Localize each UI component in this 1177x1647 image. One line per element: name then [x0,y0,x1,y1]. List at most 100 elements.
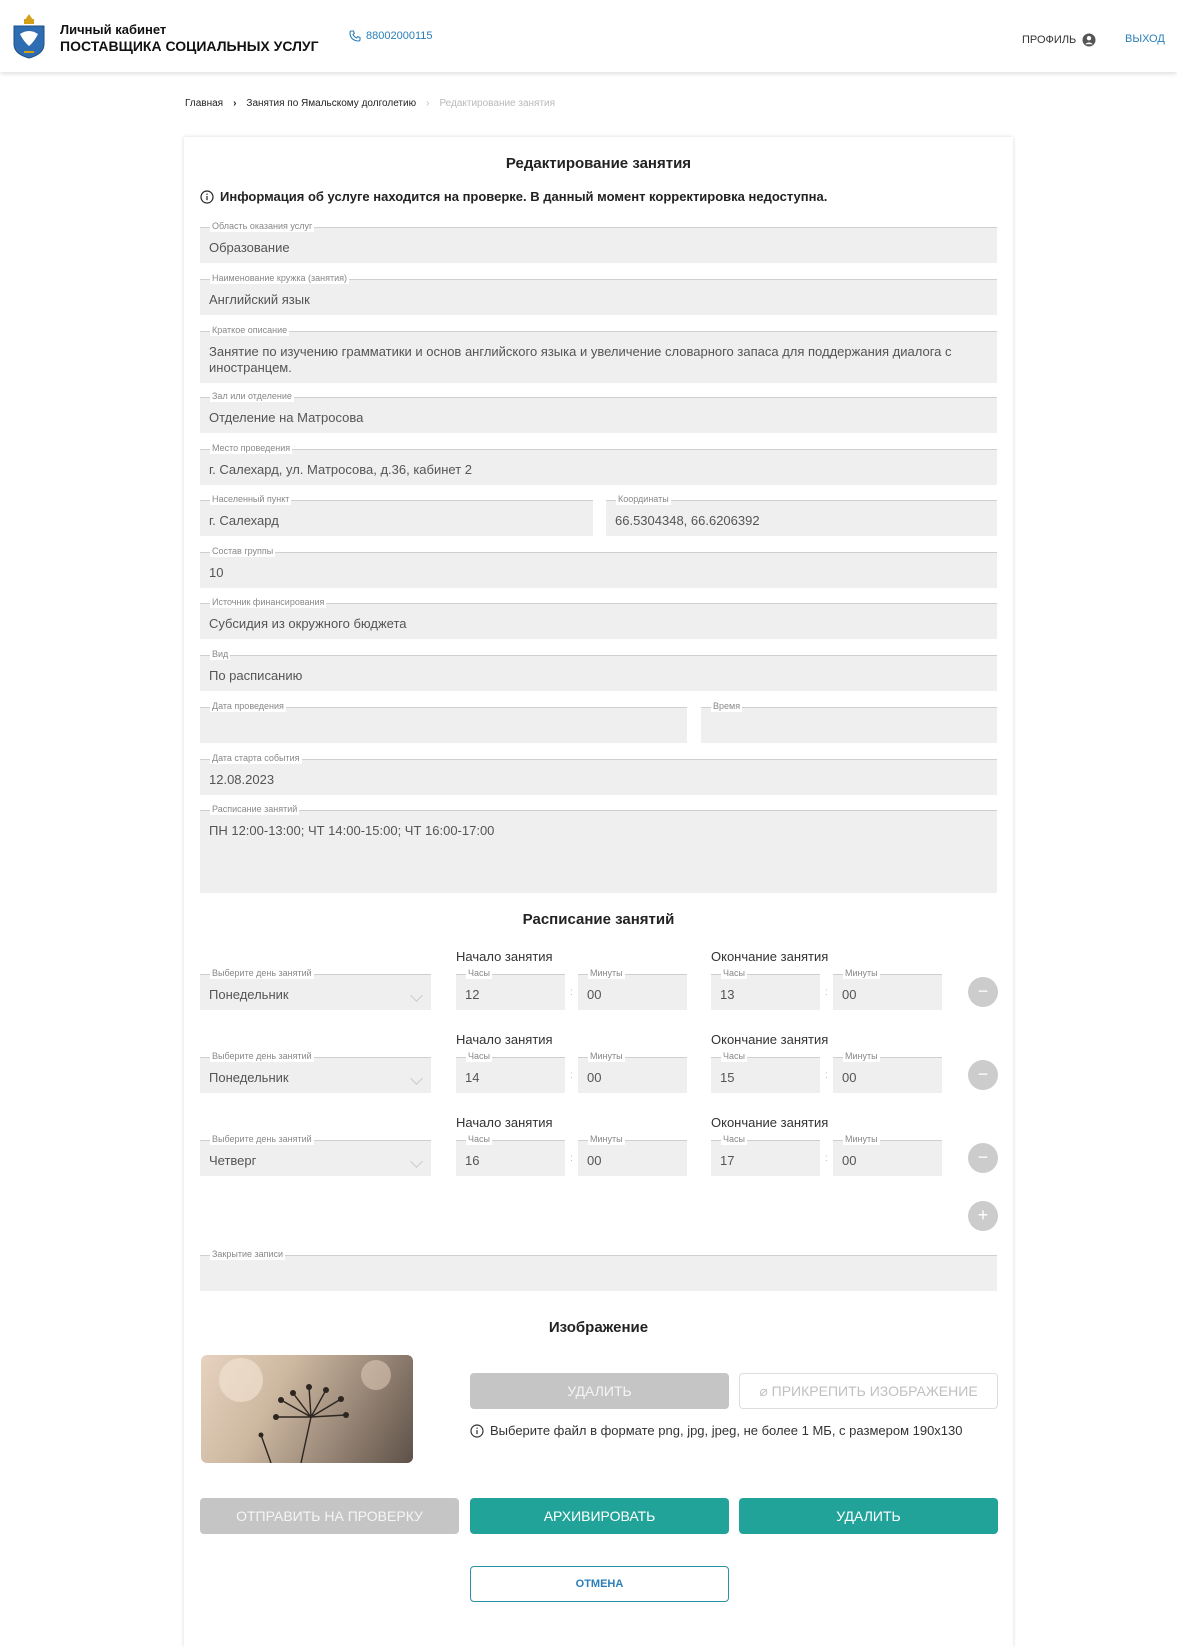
logout-link[interactable]: ВЫХОД [1125,33,1165,45]
service-area-field[interactable]: Область оказания услуг Образование [200,221,997,263]
cancel-button[interactable]: ОТМЕНА [470,1566,729,1602]
field-value: 00 [587,1153,602,1168]
short-description-field[interactable]: Краткое описание Занятие по изучению гра… [200,325,997,383]
start-hours-field[interactable]: Часы 14 [456,1051,565,1093]
field-label: Часы [721,1051,747,1062]
remove-row-button[interactable]: − [968,977,998,1007]
field-label: Зал или отделение [210,391,294,402]
event-date-field[interactable]: Дата проведения [200,701,687,743]
time-separator: : [570,987,573,998]
field-label: Часы [721,968,747,979]
attach-image-label: ПРИКРЕПИТЬ ИЗОБРАЖЕНИЕ [771,1383,978,1399]
funding-source-field[interactable]: Источник финансирования Субсидия из окру… [200,597,997,639]
field-value: г. Салехард [209,513,279,528]
field-value: г. Салехард, ул. Матросова, д.36, кабине… [209,462,473,477]
field-label: Время [711,701,743,712]
event-image [201,1355,413,1463]
schedule-title: Расписание занятий [522,911,675,928]
group-size-field[interactable]: Состав группы 10 [200,546,997,588]
end-hours-field[interactable]: Часы 17 [711,1134,820,1176]
attach-image-button[interactable]: ⌀ ПРИКРЕПИТЬ ИЗОБРАЖЕНИЕ [739,1373,998,1409]
profile-label: ПРОФИЛЬ [1022,34,1077,46]
field-value: 16 [465,1153,480,1168]
field-value: 12 [465,987,480,1002]
field-value: По расписанию [209,668,303,683]
end-hours-field[interactable]: Часы 13 [711,968,820,1010]
field-label: Часы [466,1134,492,1145]
image-section-title: Изображение [548,1319,649,1336]
field-label: Минуты [843,1134,880,1145]
day-select[interactable]: Выберите день занятий Понедельник [200,968,431,1010]
remove-row-button[interactable]: − [968,1060,998,1090]
field-label: Минуты [588,1051,625,1062]
start-minutes-field[interactable]: Минуты 00 [578,1134,687,1176]
day-select[interactable]: Выберите день занятий Четверг [200,1134,431,1176]
delete-button[interactable]: УДАЛИТЬ [739,1498,998,1534]
field-value: 00 [587,987,602,1002]
field-value: Понедельник [209,1070,289,1085]
profile-link[interactable]: ПРОФИЛЬ [1022,33,1096,47]
field-label: Вид [210,649,231,660]
field-label: Минуты [843,968,880,979]
field-value: Четверг [209,1153,257,1168]
time-separator: : [825,1070,828,1081]
field-label: Минуты [588,968,625,979]
end-hours-field[interactable]: Часы 15 [711,1051,820,1093]
start-minutes-field[interactable]: Минуты 00 [578,968,687,1010]
delete-image-button[interactable]: УДАЛИТЬ [470,1373,729,1409]
end-heading: Окончание занятия [711,949,829,964]
field-label: Выберите день занятий [210,1051,314,1062]
field-label: Выберите день занятий [210,1134,314,1145]
coordinates-field[interactable]: Координаты 66.5304348, 66.6206392 [606,494,997,536]
field-value: 00 [842,1070,857,1085]
field-value: 66.5304348, 66.6206392 [615,513,760,528]
club-name-field[interactable]: Наименование кружка (занятия) Английский… [200,273,997,315]
field-value: Английский язык [209,292,310,307]
field-value: ПН 12:00-13:00; ЧТ 14:00-15:00; ЧТ 16:00… [209,823,495,838]
field-value: Занятие по изучению грамматики и основ а… [209,344,952,375]
field-label: Наименование кружка (занятия) [210,273,349,284]
closing-registration-field[interactable]: Закрытие записи [200,1249,997,1291]
field-label: Часы [721,1134,747,1145]
start-hours-field[interactable]: Часы 12 [456,968,565,1010]
breadcrumb-section[interactable]: Занятия по Ямальскому долголетию [246,98,416,109]
field-label: Область оказания услуг [210,221,315,232]
field-value: 17 [720,1153,735,1168]
start-heading: Начало занятия [456,1115,553,1130]
venue-field[interactable]: Место проведения г. Салехард, ул. Матрос… [200,443,997,485]
phone-number: 88002000115 [366,30,433,42]
field-label: Закрытие записи [210,1249,286,1260]
info-icon [200,189,214,204]
hall-field[interactable]: Зал или отделение Отделение на Матросова [200,391,997,433]
remove-icon: − [977,981,989,1001]
add-row-button[interactable]: + [968,1201,998,1231]
start-hours-field[interactable]: Часы 16 [456,1134,565,1176]
brand-title: Личный кабинет [60,22,167,37]
field-label: Место проведения [210,443,293,454]
remove-row-button[interactable]: − [968,1143,998,1173]
end-minutes-field[interactable]: Минуты 00 [833,1051,942,1093]
breadcrumb-home[interactable]: Главная [185,98,223,109]
chevron-right-icon: › [233,98,237,109]
end-minutes-field[interactable]: Минуты 00 [833,1134,942,1176]
review-notice: Информация об услуге находится на провер… [200,189,827,204]
archive-button[interactable]: АРХИВИРОВАТЬ [470,1498,729,1534]
brand-subtitle: ПОСТАВЩИКА СОЦИАЛЬНЫХ УСЛУГ [60,38,319,54]
end-minutes-field[interactable]: Минуты 00 [833,968,942,1010]
field-value: 13 [720,987,735,1002]
start-date-field[interactable]: Дата старта события 12.08.2023 [200,753,997,795]
send-for-review-button[interactable]: ОТПРАВИТЬ НА ПРОВЕРКУ [200,1498,459,1534]
phone-link[interactable]: 88002000115 [349,30,432,42]
day-select[interactable]: Выберите день занятий Понедельник [200,1051,431,1093]
event-time-field[interactable]: Время [701,701,997,743]
start-minutes-field[interactable]: Минуты 00 [578,1051,687,1093]
kind-field[interactable]: Вид По расписанию [200,649,997,691]
locality-field[interactable]: Населенный пункт г. Салехард [200,494,593,536]
end-heading: Окончание занятия [711,1032,829,1047]
field-label: Минуты [588,1134,625,1145]
coat-of-arms-logo [13,14,45,59]
field-label: Минуты [843,1051,880,1062]
field-label: Краткое описание [210,325,290,336]
user-icon [1082,33,1096,47]
schedule-text-field[interactable]: Расписание занятий ПН 12:00-13:00; ЧТ 14… [200,804,997,893]
